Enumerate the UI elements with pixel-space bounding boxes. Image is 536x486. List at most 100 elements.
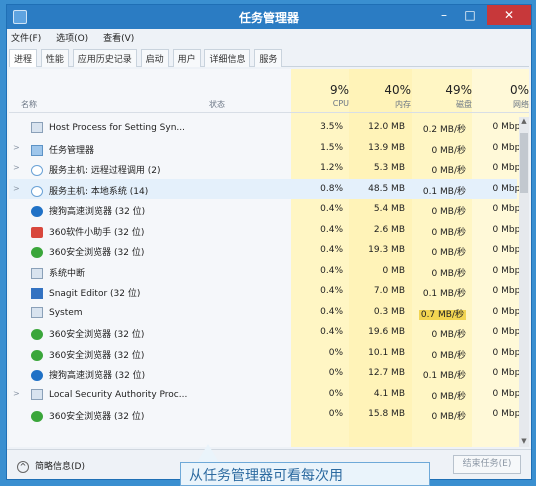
mem-value-text: 5.4 MB [373,204,405,214]
expand-chevron-icon[interactable]: > [13,143,20,152]
box-icon [31,122,43,133]
table-row[interactable]: System 0.4% 0.3 MB 0.7 MB/秒 0 Mbps [9,302,525,323]
mem-value: 5.3 MB [353,163,405,173]
column-headers: 名称 状态 9% CPU 40% 内存 49% 磁盘 0% 网络 [9,69,529,113]
gear-icon [31,185,43,197]
disk-value-text: 0.1 MB/秒 [422,186,466,197]
net-value: 0 Mbps [471,225,525,235]
table-row[interactable]: 360安全浏览器 (32 位) 0.4% 19.3 MB 0 MB/秒 0 Mbps [9,240,525,261]
tab-processes[interactable]: 进程 [9,49,38,67]
cpu-value-text: 0.4% [320,265,343,276]
cpu-value: 0.4% [291,204,343,214]
table-row[interactable]: > Local Security Authority Proc... 0% 4.1 M… [9,384,525,405]
process-table: 名称 状态 9% CPU 40% 内存 49% 磁盘 0% 网络 Host Pr… [9,69,529,447]
table-row[interactable]: 搜狗高速浏览器 (32 位) 0% 12.7 MB 0.1 MB/秒 0 Mbps [9,363,525,384]
cpu-value-text: 0% [328,409,343,419]
green-globe-icon [31,411,43,422]
maximize-button[interactable]: □ [457,5,483,25]
disk-value-text: 0 MB/秒 [431,391,466,402]
scrollbar-thumb[interactable] [520,133,528,193]
header-memory[interactable]: 40% 内存 [353,83,411,110]
process-name: 360安全浏览器 (32 位) [49,350,145,361]
header-disk[interactable]: 49% 磁盘 [414,83,472,110]
header-cpu[interactable]: 9% CPU [291,83,349,108]
expand-chevron-icon[interactable]: > [13,163,20,172]
mem-value-text: 2.6 MB [373,224,405,235]
scroll-up-icon[interactable]: ▲ [519,117,529,127]
net-value: 0 Mbps [471,286,525,296]
scroll-down-icon[interactable]: ▼ [519,437,529,447]
cpu-total: 9% [329,83,349,97]
disk-value-text: 0.7 MB/秒 [418,309,466,320]
box-icon [31,306,43,318]
expand-chevron-icon[interactable]: > [13,389,20,398]
minimize-button[interactable]: – [431,5,457,25]
table-row[interactable]: 360安全浏览器 (32 位) 0% 15.8 MB 0 MB/秒 0 Mbps [9,404,525,425]
expand-chevron-icon[interactable]: > [13,184,20,193]
net-value: 0 Mbps [471,245,525,255]
cpu-label: CPU [332,99,349,108]
header-status[interactable]: 状态 [209,99,225,110]
table-row[interactable]: > 任务管理器 1.5% 13.9 MB 0 MB/秒 0 Mbps [9,138,525,159]
cpu-value: 1.2% [291,163,343,173]
net-value: 0 Mbps [471,122,525,132]
disk-value-text: 0.2 MB/秒 [422,125,466,135]
mem-value-text: 19.6 MB [368,327,405,337]
disk-value-text: 0 MB/秒 [431,227,466,238]
table-row[interactable]: 系统中断 0.4% 0 MB 0 MB/秒 0 Mbps [9,261,525,282]
cpu-value-text: 0% [328,388,343,399]
tab-services[interactable]: 服务 [254,49,283,67]
end-task-button[interactable]: 结束任务(E) [453,455,521,474]
mem-value: 19.3 MB [353,245,405,255]
network-label: 网络 [513,100,529,109]
close-button[interactable]: ✕ [487,5,531,25]
table-row[interactable]: 360安全浏览器 (32 位) 0% 10.1 MB 0 MB/秒 0 Mbps [9,343,525,364]
mem-value-text: 5.3 MB [373,163,405,173]
process-name: 系统中断 [49,268,86,279]
tab-startup[interactable]: 启动 [140,49,169,67]
table-row[interactable]: > 服务主机: 本地系统 (14) 0.8% 48.5 MB 0.1 MB/秒 0 Mbp… [9,178,525,199]
disk-value: 0 MB/秒 [414,409,466,422]
table-row[interactable]: Snagit Editor (32 位) 0.4% 7.0 MB 0.1 MB/秒 0 … [9,281,525,302]
fewer-details-label: 简略信息(D) [35,462,85,472]
disk-value: 0.1 MB/秒 [414,368,466,381]
mem-value: 12.7 MB [353,368,405,378]
grid-icon [31,226,43,238]
menu-view[interactable]: 查看(V) [103,34,134,44]
table-row[interactable]: > 服务主机: 远程过程调用 (2) 1.2% 5.3 MB 0 MB/秒 0 Mbps [9,158,525,179]
menu-options[interactable]: 选项(O) [56,34,88,44]
callout-tail [196,444,220,464]
mem-value: 10.1 MB [353,348,405,358]
table-row[interactable]: 360软件小助手 (32 位) 0.4% 2.6 MB 0 MB/秒 0 Mbps [9,220,525,241]
cpu-value-text: 1.2% [320,163,343,173]
net-value: 0 Mbps [471,348,525,358]
disk-value-text: 0 MB/秒 [431,166,466,176]
header-network[interactable]: 0% 网络 [471,83,529,110]
memory-label: 内存 [395,100,411,109]
cpu-value-text: 0.4% [320,224,343,235]
snagit-icon [31,288,43,299]
cpu-value-text: 0% [328,368,343,378]
scrollbar[interactable]: ▲ ▼ [519,117,529,447]
box-icon [31,388,43,400]
disk-value: 0 MB/秒 [414,225,466,238]
tab-users[interactable]: 用户 [172,49,201,67]
header-name[interactable]: 名称 [21,99,37,110]
tab-details[interactable]: 详细信息 [204,49,251,67]
table-row[interactable]: 360安全浏览器 (32 位) 0.4% 19.6 MB 0 MB/秒 0 Mbps [9,322,525,343]
table-row[interactable]: 搜狗高速浏览器 (32 位) 0.4% 5.4 MB 0 MB/秒 0 Mbps [9,199,525,220]
process-rows: Host Process for Setting Syn... 3.5% 12.0 … [9,117,525,425]
cpu-value: 1.5% [291,143,343,153]
net-value: 0 Mbps [471,204,525,214]
menu-file[interactable]: 文件(F) [11,34,41,44]
table-row[interactable]: Host Process for Setting Syn... 3.5% 12.0 … [9,117,525,138]
task-manager-window: 任务管理器 – □ ✕ 文件(F) 选项(O) 查看(V) 进程 性能 应用历史… [6,4,532,480]
tab-app-history[interactable]: 应用历史记录 [72,49,137,67]
cpu-value: 0% [291,348,343,358]
callout-annotation: 从任务管理器可看每次用 [180,462,430,486]
tab-performance[interactable]: 性能 [40,49,69,67]
memory-total: 40% [384,83,411,97]
process-name-cell: Host Process for Setting Syn... [31,122,271,133]
fewer-details-button[interactable]: ^ 简略信息(D) [17,459,85,473]
menu-bar: 文件(F) 选项(O) 查看(V) [11,31,146,47]
